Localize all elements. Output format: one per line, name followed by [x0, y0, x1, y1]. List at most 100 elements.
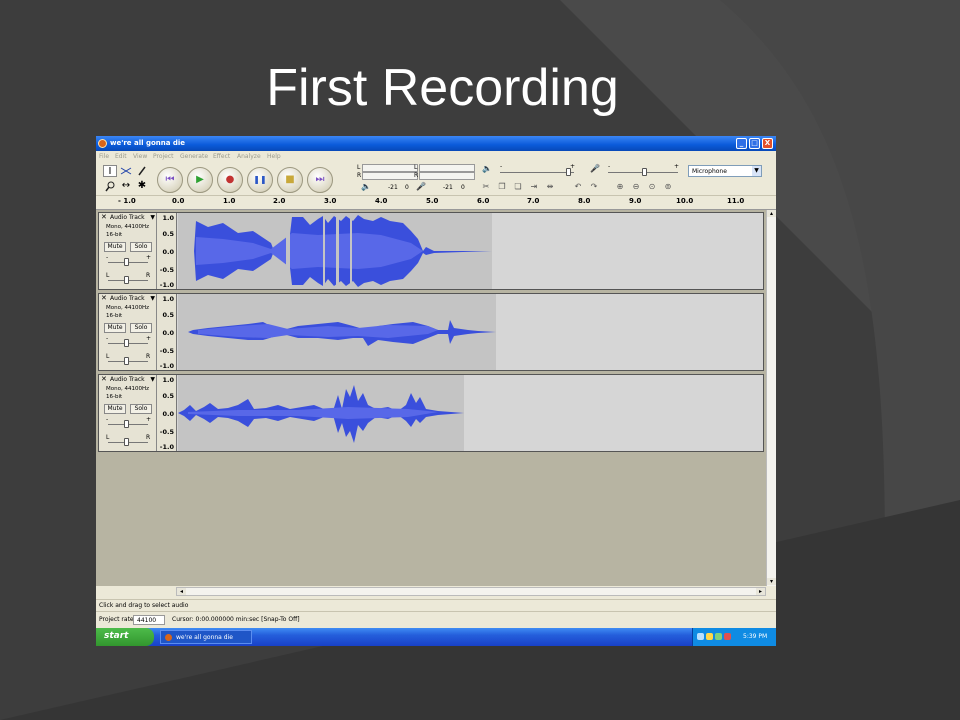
scroll-left-icon[interactable]: ◂: [177, 588, 186, 595]
record-meter-scale-max: 0: [461, 184, 465, 191]
minimize-button[interactable]: _: [736, 138, 747, 149]
horizontal-scrollbar[interactable]: ◂ ▸: [176, 587, 766, 596]
microphone-icon[interactable]: 🎤: [416, 182, 426, 191]
close-track-icon[interactable]: ✕: [101, 295, 107, 302]
menu-generate[interactable]: Generate: [180, 153, 208, 160]
windows-taskbar: start we're all gonna die 5:39 PM: [96, 628, 776, 646]
zoom-tool-icon[interactable]: [103, 180, 117, 192]
taskbar-item[interactable]: we're all gonna die: [160, 630, 252, 644]
scroll-right-icon[interactable]: ▸: [756, 588, 765, 595]
pan-knob[interactable]: [124, 357, 129, 365]
cut-icon[interactable]: ✂: [480, 181, 492, 192]
security-icon[interactable]: [715, 633, 722, 640]
paste-icon[interactable]: ❏: [512, 181, 524, 192]
gain-knob[interactable]: [124, 258, 129, 266]
draw-tool-icon[interactable]: [135, 165, 149, 177]
ruler-tick: 11.0: [727, 197, 745, 205]
mute-button[interactable]: Mute: [104, 323, 126, 333]
solo-button[interactable]: Solo: [130, 323, 152, 333]
speaker-icon[interactable]: 🔈: [361, 182, 371, 191]
vertical-scrollbar[interactable]: ▴ ▾: [766, 210, 776, 586]
menu-effect[interactable]: Effect: [213, 153, 230, 160]
pan-knob[interactable]: [124, 276, 129, 284]
pan-left-label: L: [106, 272, 110, 279]
record-meter-left[interactable]: [419, 164, 475, 172]
scroll-down-icon[interactable]: ▾: [767, 578, 776, 585]
audio-track[interactable]: ✕ Audio Track ▼ Mono, 44100Hz 16-bit Mut…: [98, 374, 764, 452]
menu-file[interactable]: File: [99, 153, 109, 160]
waveform[interactable]: [178, 294, 764, 370]
redo-icon[interactable]: ↷: [588, 181, 600, 192]
record-meter-right[interactable]: [419, 172, 475, 180]
solo-button[interactable]: Solo: [130, 404, 152, 414]
trim-icon[interactable]: ⇥: [528, 181, 540, 192]
maximize-button[interactable]: □: [749, 138, 760, 149]
track-name-menu[interactable]: ✕ Audio Track ▼: [101, 376, 155, 384]
playback-meter-right[interactable]: [362, 172, 418, 180]
fit-selection-icon[interactable]: ⊙: [646, 181, 658, 192]
undo-icon[interactable]: ↶: [572, 181, 584, 192]
menu-analyze[interactable]: Analyze: [237, 153, 261, 160]
chevron-down-icon[interactable]: ▼: [752, 166, 761, 176]
close-track-icon[interactable]: ✕: [101, 214, 107, 221]
waveform[interactable]: [178, 375, 764, 451]
audio-track[interactable]: ✕ Audio Track ▼ Mono, 44100Hz 16-bit Mut…: [98, 293, 764, 371]
zoom-in-icon[interactable]: ⊕: [614, 181, 626, 192]
solo-button[interactable]: Solo: [130, 242, 152, 252]
gain-knob[interactable]: [124, 420, 129, 428]
menu-edit[interactable]: Edit: [115, 153, 127, 160]
track-format: Mono, 44100Hz: [106, 305, 149, 311]
menu-project[interactable]: Project: [153, 153, 174, 160]
menu-help[interactable]: Help: [267, 153, 281, 160]
chevron-down-icon[interactable]: ▼: [150, 214, 155, 221]
track-name-menu[interactable]: ✕ Audio Track ▼: [101, 214, 155, 222]
menu-view[interactable]: View: [133, 153, 147, 160]
start-button[interactable]: start: [96, 628, 154, 646]
waveform[interactable]: [178, 213, 764, 289]
play-button[interactable]: ▶: [187, 167, 213, 193]
track-bitdepth: 16-bit: [106, 232, 123, 238]
multi-tool[interactable]: ✱: [135, 180, 149, 192]
playback-meter-left[interactable]: [362, 164, 418, 172]
chevron-down-icon[interactable]: ▼: [150, 295, 155, 302]
ruler-tick: 2.0: [273, 197, 286, 205]
skip-to-end-button[interactable]: ⏭: [307, 167, 333, 193]
input-source-select[interactable]: Microphone ▼: [688, 165, 762, 177]
mute-button[interactable]: Mute: [104, 404, 126, 414]
mute-button[interactable]: Mute: [104, 242, 126, 252]
network-icon[interactable]: [697, 633, 704, 640]
track-name-menu[interactable]: ✕ Audio Track ▼: [101, 295, 155, 303]
pause-button[interactable]: ❚❚: [247, 167, 273, 193]
chevron-down-icon[interactable]: ▼: [150, 376, 155, 383]
skip-to-start-button[interactable]: ⏮: [157, 167, 183, 193]
fit-project-icon[interactable]: ⊚: [662, 181, 674, 192]
envelope-tool-icon[interactable]: [119, 165, 133, 177]
timeline-ruler[interactable]: - 1.0 0.0 1.0 2.0 3.0 4.0 5.0 6.0 7.0 8.…: [96, 196, 776, 210]
zoom-out-icon[interactable]: ⊖: [630, 181, 642, 192]
copy-icon[interactable]: ❐: [496, 181, 508, 192]
timeshift-tool[interactable]: ↔: [119, 180, 133, 192]
audio-track[interactable]: ✕ Audio Track ▼ Mono, 44100Hz 16-bit Mut…: [98, 212, 764, 290]
close-button[interactable]: X: [762, 138, 773, 149]
folder-icon[interactable]: [706, 633, 713, 640]
scroll-up-icon[interactable]: ▴: [767, 210, 776, 217]
project-rate-select[interactable]: 44100: [133, 615, 165, 625]
record-button[interactable]: ●: [217, 167, 243, 193]
output-volume-minus: -: [500, 163, 503, 170]
selection-tool[interactable]: I: [103, 165, 117, 177]
pan-knob[interactable]: [124, 438, 129, 446]
silence-icon[interactable]: ⇹: [544, 181, 556, 192]
input-volume-knob[interactable]: [642, 168, 647, 176]
tracks-area[interactable]: ✕ Audio Track ▼ Mono, 44100Hz 16-bit Mut…: [96, 210, 766, 586]
antivirus-icon[interactable]: [724, 633, 731, 640]
status-hint: Click and drag to select audio: [99, 602, 189, 609]
gain-knob[interactable]: [124, 339, 129, 347]
window-titlebar[interactable]: we're all gonna die _ □ X: [96, 136, 776, 151]
close-track-icon[interactable]: ✕: [101, 376, 107, 383]
output-volume-knob[interactable]: [566, 168, 571, 176]
stop-button[interactable]: ■: [277, 167, 303, 193]
menu-bar: File Edit View Project Generate Effect A…: [96, 151, 776, 161]
input-source-value: Microphone: [692, 168, 727, 175]
output-volume-slider[interactable]: [500, 172, 574, 173]
playback-meter-right-label: R: [357, 172, 362, 179]
